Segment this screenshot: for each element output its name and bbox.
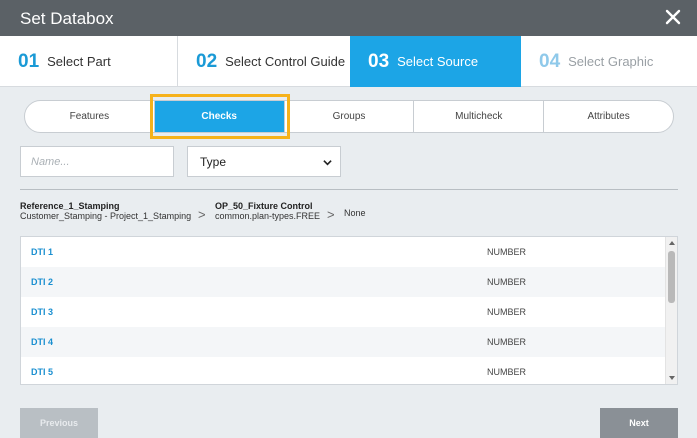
dialog-titlebar: Set Databox — [0, 0, 697, 36]
check-type: NUMBER — [487, 277, 527, 287]
tab-checks[interactable]: Checks — [154, 101, 285, 132]
breadcrumb-guide[interactable]: OP_50_Fixture Control common.plan-types.… — [215, 201, 320, 221]
step-number: 03 — [368, 50, 390, 72]
scroll-up-icon[interactable] — [669, 240, 675, 246]
check-name: DTI 4 — [31, 337, 54, 347]
step-select-part[interactable]: 01 Select Part — [0, 36, 178, 87]
check-name: DTI 3 — [31, 307, 54, 317]
check-name: DTI 1 — [31, 247, 54, 257]
list-item[interactable]: DTI 5 NUMBER — [21, 357, 666, 384]
tab-groups[interactable]: Groups — [285, 101, 415, 132]
step-select-graphic[interactable]: 04 Select Graphic — [521, 36, 697, 87]
type-filter-select[interactable]: Type — [187, 146, 341, 177]
next-button[interactable]: Next — [600, 408, 678, 438]
close-icon[interactable] — [663, 7, 683, 27]
tab-features[interactable]: Features — [25, 101, 155, 132]
breadcrumb-separator-icon: > — [327, 207, 335, 222]
wizard-steps: 01 Select Part 02 Select Control Guide 0… — [0, 36, 697, 87]
breadcrumb-guide-subtitle: common.plan-types.FREE — [215, 211, 321, 221]
tab-multicheck[interactable]: Multicheck — [414, 101, 545, 132]
list-item[interactable]: DTI 2 NUMBER — [21, 267, 666, 297]
list-item[interactable]: DTI 1 NUMBER — [21, 237, 666, 267]
source-tabs: Features Checks Groups Multicheck Attrib… — [24, 100, 674, 133]
breadcrumb-guide-title: OP_50_Fixture Control — [215, 201, 313, 211]
previous-button[interactable]: Previous — [20, 408, 98, 438]
check-name: DTI 2 — [31, 277, 54, 287]
type-select-value: Type — [200, 154, 227, 169]
step-select-control-guide[interactable]: 02 Select Control Guide — [178, 36, 350, 87]
check-name: DTI 5 — [31, 367, 54, 377]
step-label: Select Source — [397, 54, 479, 69]
breadcrumb-source: None — [344, 208, 366, 218]
scrollbar-thumb[interactable] — [668, 251, 675, 303]
breadcrumb-part-subtitle: Customer_Stamping - Project_1_Stamping — [20, 211, 192, 221]
list-item[interactable]: DTI 3 NUMBER — [21, 297, 666, 327]
check-type: NUMBER — [487, 337, 527, 347]
step-label: Select Graphic — [568, 54, 654, 69]
step-label: Select Part — [47, 54, 111, 69]
dialog-title: Set Databox — [20, 9, 114, 28]
scroll-down-icon[interactable] — [669, 375, 675, 381]
check-type: NUMBER — [487, 247, 527, 257]
check-type: NUMBER — [487, 307, 527, 317]
divider — [20, 189, 678, 190]
breadcrumb-part-title: Reference_1_Stamping — [20, 201, 120, 211]
step-number: 01 — [18, 50, 40, 72]
tab-attributes[interactable]: Attributes — [544, 101, 673, 132]
checks-list: DTI 1 NUMBER DTI 2 NUMBER DTI 3 NUMBER D… — [20, 236, 678, 385]
step-label: Select Control Guide — [225, 54, 346, 69]
check-type: NUMBER — [487, 367, 527, 377]
list-item[interactable]: DTI 4 NUMBER — [21, 327, 666, 357]
step-select-source[interactable]: 03 Select Source — [350, 36, 521, 87]
scrollbar[interactable] — [665, 237, 677, 384]
breadcrumb-separator-icon: > — [198, 207, 206, 222]
breadcrumb-part[interactable]: Reference_1_Stamping Customer_Stamping -… — [20, 201, 191, 221]
step-number: 02 — [196, 50, 218, 72]
chevron-down-icon — [323, 160, 332, 166]
name-filter-input[interactable] — [20, 146, 174, 177]
step-number: 04 — [539, 50, 561, 72]
